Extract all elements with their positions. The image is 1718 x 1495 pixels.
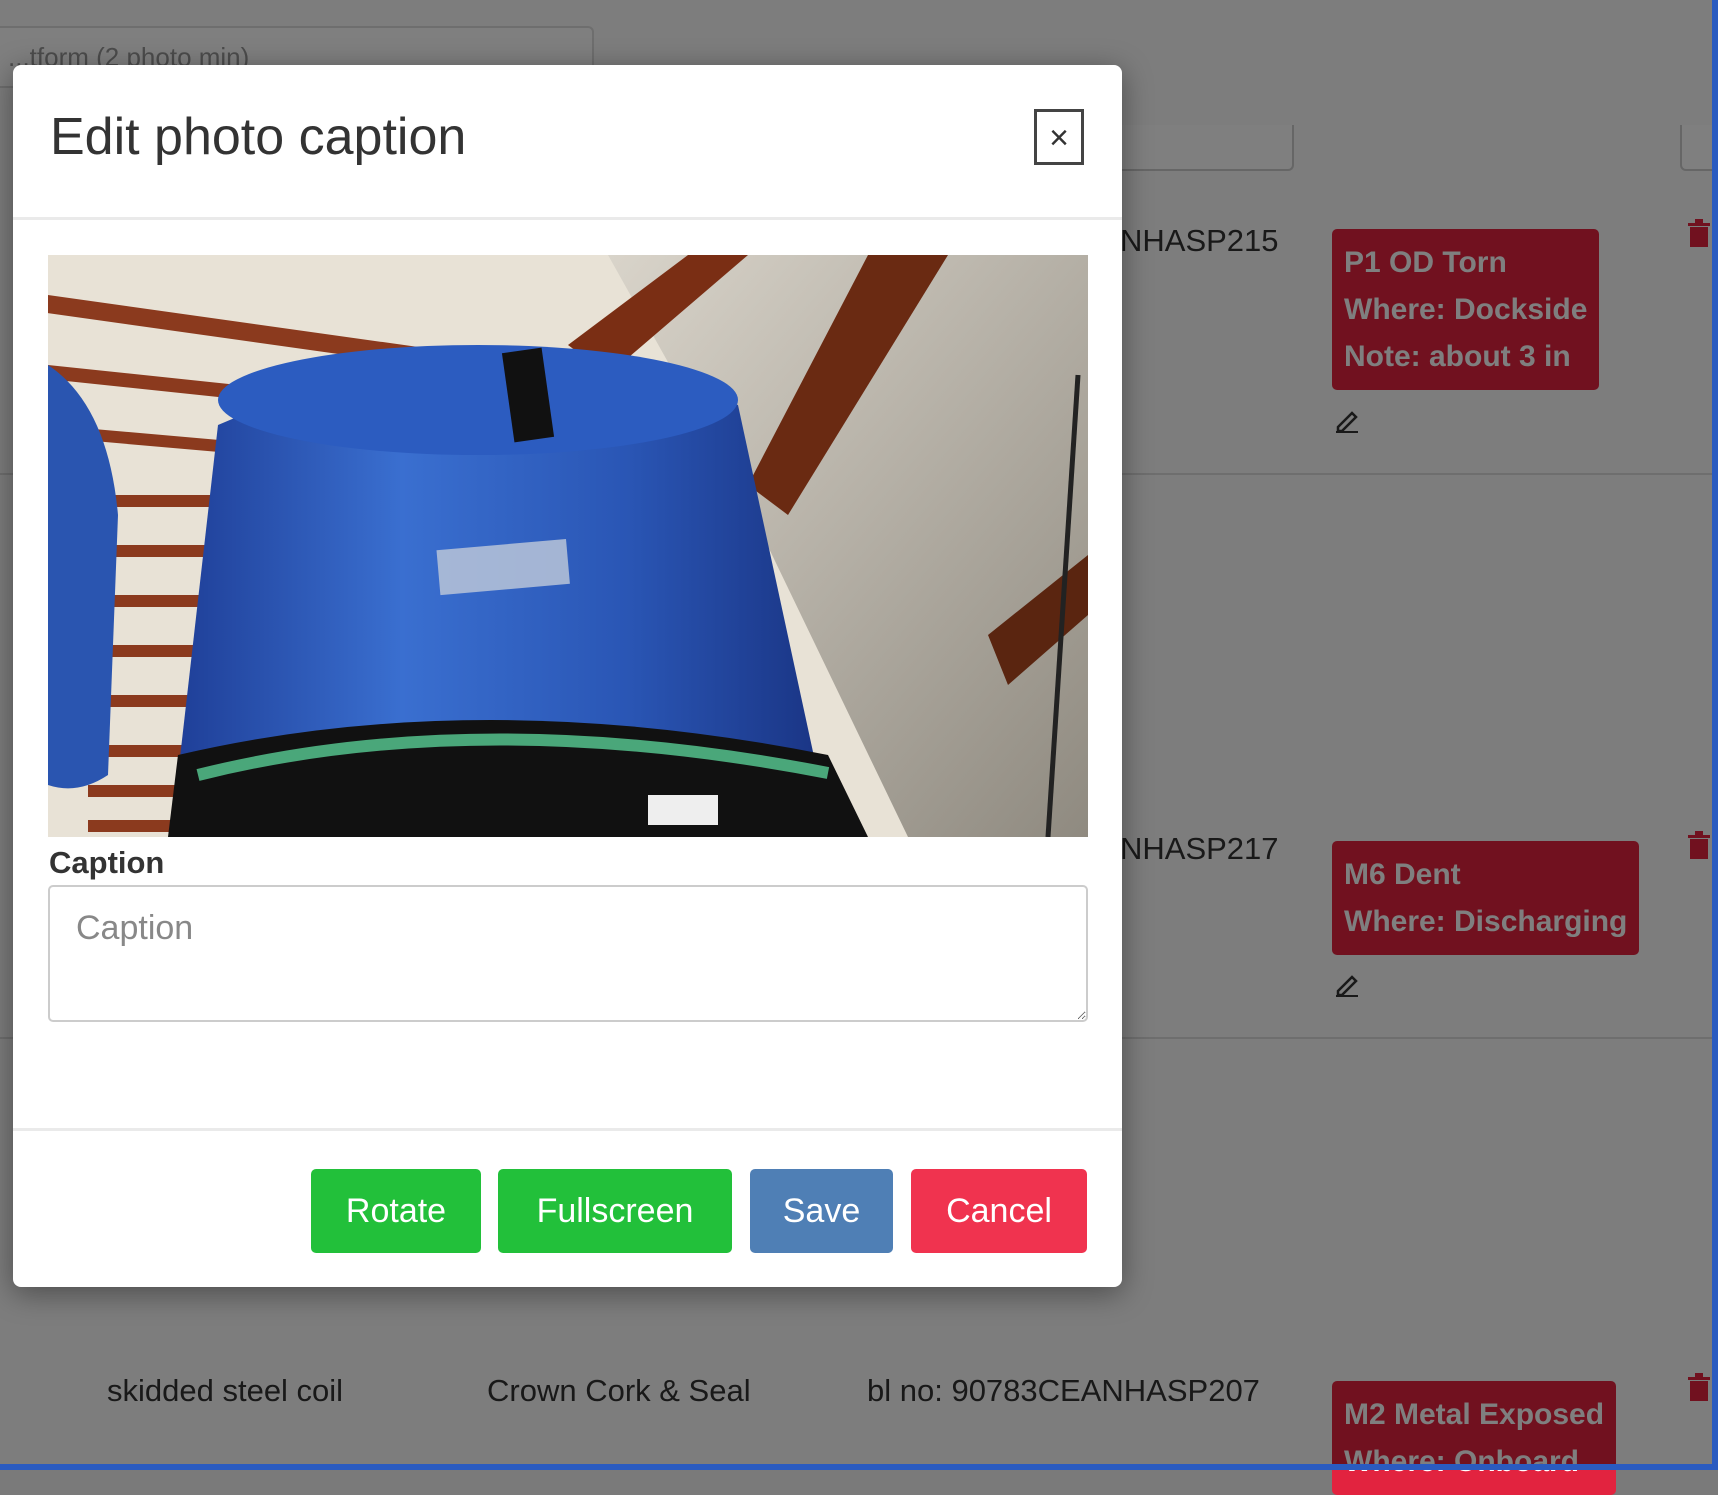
rotate-button[interactable]: Rotate <box>311 1169 481 1253</box>
photo-preview <box>48 255 1088 837</box>
window-edge-bottom <box>0 1464 1718 1470</box>
modal-title: Edit photo caption <box>50 108 467 166</box>
caption-label: Caption <box>49 845 165 880</box>
steel-coil-photo <box>48 255 1088 837</box>
save-button[interactable]: Save <box>750 1169 893 1253</box>
window-edge <box>1712 0 1718 1470</box>
close-icon: × <box>1049 119 1069 157</box>
edit-caption-modal: Edit photo caption × Caption Caption Rot… <box>13 65 1122 1287</box>
modal-header: Edit photo caption × <box>13 65 1122 220</box>
caption-input[interactable] <box>48 885 1088 1022</box>
fullscreen-button[interactable]: Fullscreen <box>498 1169 732 1253</box>
close-button[interactable]: × <box>1034 109 1084 165</box>
modal-footer: Rotate Fullscreen Save Cancel <box>13 1128 1122 1290</box>
cancel-button[interactable]: Cancel <box>911 1169 1087 1253</box>
